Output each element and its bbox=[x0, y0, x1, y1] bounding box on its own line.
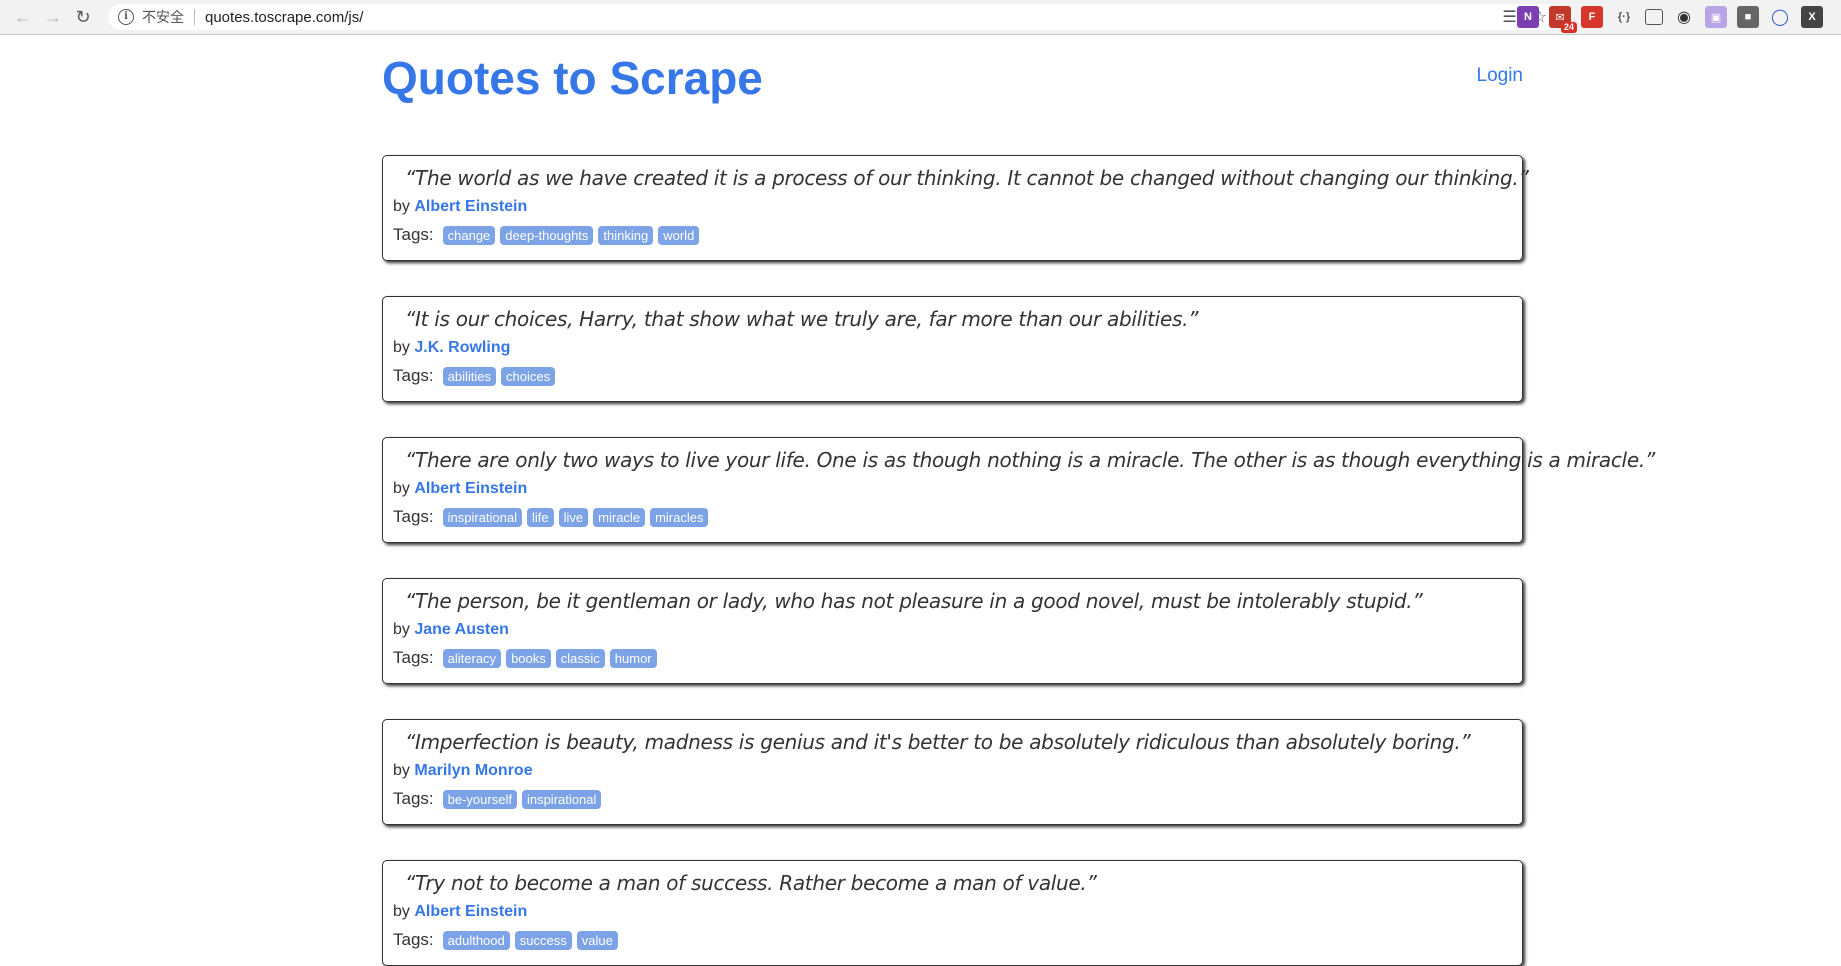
tags-label: Tags: bbox=[393, 366, 434, 385]
extensions-bar: N ✉ 24 F {·} ◉ ▣ ■ ◯ X bbox=[1517, 6, 1823, 33]
tag-link[interactable]: miracles bbox=[650, 507, 709, 527]
author-link[interactable]: Albert Einstein bbox=[414, 480, 527, 497]
tag-link[interactable]: change bbox=[442, 225, 496, 245]
tag-link[interactable]: inspirational bbox=[521, 789, 602, 809]
onenote-extension-icon[interactable]: N bbox=[1517, 6, 1539, 28]
page-container: Quotes to Scrape Login “The world as we … bbox=[382, 35, 1655, 966]
tag-link[interactable]: world bbox=[658, 225, 700, 245]
tag-link[interactable]: abilities bbox=[442, 366, 496, 386]
tag-link[interactable]: books bbox=[506, 648, 551, 668]
tag-link[interactable]: adulthood bbox=[442, 930, 510, 950]
quote-card: “The person, be it gentleman or lady, wh… bbox=[382, 578, 1523, 684]
tag-link[interactable]: choices bbox=[501, 366, 556, 386]
login-link[interactable]: Login bbox=[1477, 65, 1524, 87]
tags-label: Tags: bbox=[393, 507, 434, 526]
shield-extension-icon[interactable]: ◉ bbox=[1673, 6, 1695, 28]
site-title-link[interactable]: Quotes to Scrape bbox=[382, 51, 763, 105]
quote-card: “The world as we have created it is a pr… bbox=[382, 155, 1529, 261]
tags-label: Tags: bbox=[393, 225, 434, 244]
by-label: by bbox=[393, 198, 410, 215]
forward-arrow-icon[interactable]: → bbox=[38, 2, 68, 32]
github-extension-icon[interactable]: ◯ bbox=[1769, 6, 1791, 28]
gray-extension-icon[interactable]: ■ bbox=[1737, 6, 1759, 28]
quote-card: “Imperfection is beauty, madness is geni… bbox=[382, 719, 1523, 825]
tag-link[interactable]: humor bbox=[609, 648, 657, 668]
tag-link[interactable]: be-yourself bbox=[442, 789, 517, 809]
quote-list: “The world as we have created it is a pr… bbox=[382, 155, 1655, 966]
mail-extension-icon[interactable]: ✉ 24 bbox=[1549, 6, 1577, 33]
tag-link[interactable]: value bbox=[576, 930, 618, 950]
reload-icon[interactable]: ↻ bbox=[68, 2, 98, 32]
by-label: by bbox=[393, 621, 410, 638]
quote-text: “The world as we have created it is a pr… bbox=[405, 166, 1529, 190]
tag-link[interactable]: live bbox=[558, 507, 589, 527]
x-extension-icon[interactable]: X bbox=[1801, 6, 1823, 28]
tag-link[interactable]: thinking bbox=[598, 225, 654, 245]
tags-label: Tags: bbox=[393, 648, 434, 667]
browser-toolbar: ← → ↻ i 不安全 quotes.toscrape.com/js/ ☰ ☆ … bbox=[0, 0, 1841, 35]
quote-card: “There are only two ways to live your li… bbox=[382, 437, 1655, 543]
tag-link[interactable]: deep-thoughts bbox=[500, 225, 594, 245]
by-label: by bbox=[393, 339, 410, 356]
security-label: 不安全 bbox=[142, 9, 184, 25]
author-link[interactable]: Marilyn Monroe bbox=[414, 762, 532, 779]
code-extension-icon[interactable]: {·} bbox=[1613, 6, 1635, 28]
author-link[interactable]: Albert Einstein bbox=[414, 903, 527, 920]
author-link[interactable]: Albert Einstein bbox=[414, 198, 527, 215]
author-link[interactable]: J.K. Rowling bbox=[414, 339, 510, 356]
quote-card: “It is our choices, Harry, that show wha… bbox=[382, 296, 1523, 402]
page-header: Quotes to Scrape Login bbox=[382, 35, 1523, 155]
translate-icon[interactable]: ☰ bbox=[1502, 7, 1516, 27]
quote-text: “Imperfection is beauty, madness is geni… bbox=[405, 730, 1471, 754]
tags-label: Tags: bbox=[393, 789, 434, 808]
quote-text: “The person, be it gentleman or lady, wh… bbox=[405, 589, 1423, 613]
by-label: by bbox=[393, 480, 410, 497]
quote-text: “Try not to become a man of success. Rat… bbox=[405, 871, 1097, 895]
site-info-icon[interactable]: i bbox=[118, 9, 134, 25]
tag-link[interactable]: inspirational bbox=[442, 507, 523, 527]
tag-link[interactable]: success bbox=[514, 930, 572, 950]
by-label: by bbox=[393, 762, 410, 779]
address-bar[interactable]: i 不安全 quotes.toscrape.com/js/ ☰ ☆ bbox=[108, 4, 1561, 30]
tag-link[interactable]: life bbox=[527, 507, 554, 527]
feed-extension-icon[interactable]: F bbox=[1581, 6, 1603, 28]
back-arrow-icon[interactable]: ← bbox=[8, 2, 38, 32]
purple-extension-icon[interactable]: ▣ bbox=[1705, 6, 1727, 28]
url-text[interactable]: quotes.toscrape.com/js/ bbox=[205, 9, 363, 26]
address-separator bbox=[194, 9, 195, 25]
quote-card: “Try not to become a man of success. Rat… bbox=[382, 860, 1523, 966]
window-extension-icon[interactable] bbox=[1645, 9, 1663, 25]
tag-link[interactable]: miracle bbox=[593, 507, 646, 527]
quote-text: “It is our choices, Harry, that show wha… bbox=[405, 307, 1199, 331]
tags-label: Tags: bbox=[393, 930, 434, 949]
quote-text: “There are only two ways to live your li… bbox=[405, 448, 1655, 472]
author-link[interactable]: Jane Austen bbox=[414, 621, 509, 638]
tag-link[interactable]: aliteracy bbox=[442, 648, 502, 668]
by-label: by bbox=[393, 903, 410, 920]
tag-link[interactable]: classic bbox=[555, 648, 605, 668]
